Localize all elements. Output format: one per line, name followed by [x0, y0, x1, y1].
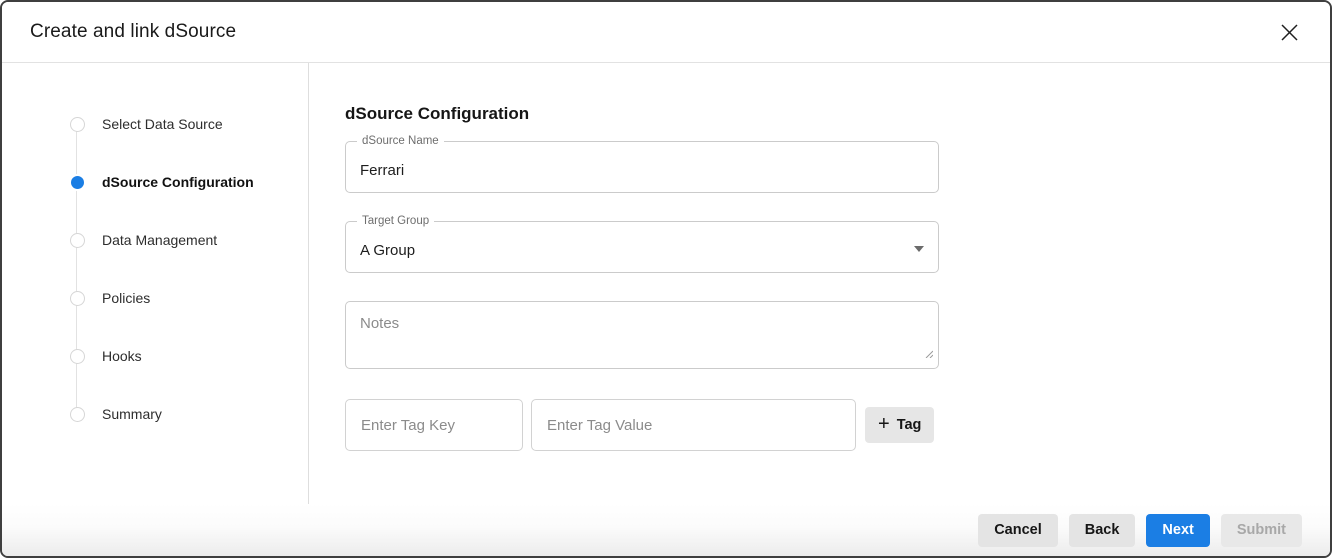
chevron-down-icon — [914, 246, 924, 252]
dsource-name-input[interactable] — [360, 156, 924, 179]
target-group-value: A Group — [360, 236, 914, 259]
add-tag-button[interactable]: + Tag — [865, 407, 934, 443]
form-pane: dSource Configuration dSource Name Targe… — [309, 63, 1330, 504]
back-button[interactable]: Back — [1069, 514, 1136, 547]
next-button[interactable]: Next — [1146, 514, 1209, 547]
step-label: dSource Configuration — [102, 174, 254, 190]
step-circle-icon — [70, 349, 85, 364]
tag-value-input[interactable] — [531, 399, 856, 451]
step-circle-icon — [70, 117, 85, 132]
dialog-title: Create and link dSource — [30, 21, 236, 43]
notes-textarea[interactable] — [346, 302, 938, 368]
dialog-footer: Cancel Back Next Submit — [2, 504, 1330, 556]
stepper-step-hooks[interactable]: Hooks — [70, 327, 308, 385]
dsource-name-field[interactable]: dSource Name — [345, 141, 939, 193]
tag-key-input[interactable] — [345, 399, 523, 451]
cancel-button[interactable]: Cancel — [978, 514, 1058, 547]
submit-button[interactable]: Submit — [1221, 514, 1302, 547]
close-icon — [1280, 23, 1299, 42]
step-label: Hooks — [102, 348, 142, 364]
target-group-select[interactable]: Target Group A Group — [345, 221, 939, 273]
stepper-step-summary[interactable]: Summary — [70, 385, 308, 443]
target-group-label: Target Group — [357, 215, 434, 228]
step-label: Data Management — [102, 232, 217, 248]
step-circle-icon — [70, 291, 85, 306]
wizard-stepper: Select Data Source dSource Configuration… — [2, 63, 309, 504]
stepper-step-dsource-configuration[interactable]: dSource Configuration — [70, 153, 308, 211]
step-label: Summary — [102, 406, 162, 422]
dialog-body: Select Data Source dSource Configuration… — [2, 63, 1330, 504]
stepper-step-data-management[interactable]: Data Management — [70, 211, 308, 269]
notes-field[interactable] — [345, 301, 939, 369]
plus-icon: + — [878, 414, 890, 434]
stepper-step-select-data-source[interactable]: Select Data Source — [70, 95, 308, 153]
create-and-link-dsource-dialog: Create and link dSource Select Data Sour… — [0, 0, 1332, 558]
add-tag-button-label: Tag — [897, 417, 922, 433]
step-active-dot-icon — [70, 175, 85, 190]
tags-row: + Tag — [345, 399, 939, 451]
close-button[interactable] — [1274, 17, 1304, 47]
step-circle-icon — [70, 407, 85, 422]
dsource-name-label: dSource Name — [357, 135, 444, 148]
form-heading: dSource Configuration — [345, 104, 1330, 124]
form-fields: dSource Name Target Group A Group — [345, 141, 939, 451]
step-label: Select Data Source — [102, 116, 223, 132]
step-label: Policies — [102, 290, 150, 306]
stepper-step-policies[interactable]: Policies — [70, 269, 308, 327]
dialog-header: Create and link dSource — [2, 2, 1330, 63]
step-circle-icon — [70, 233, 85, 248]
